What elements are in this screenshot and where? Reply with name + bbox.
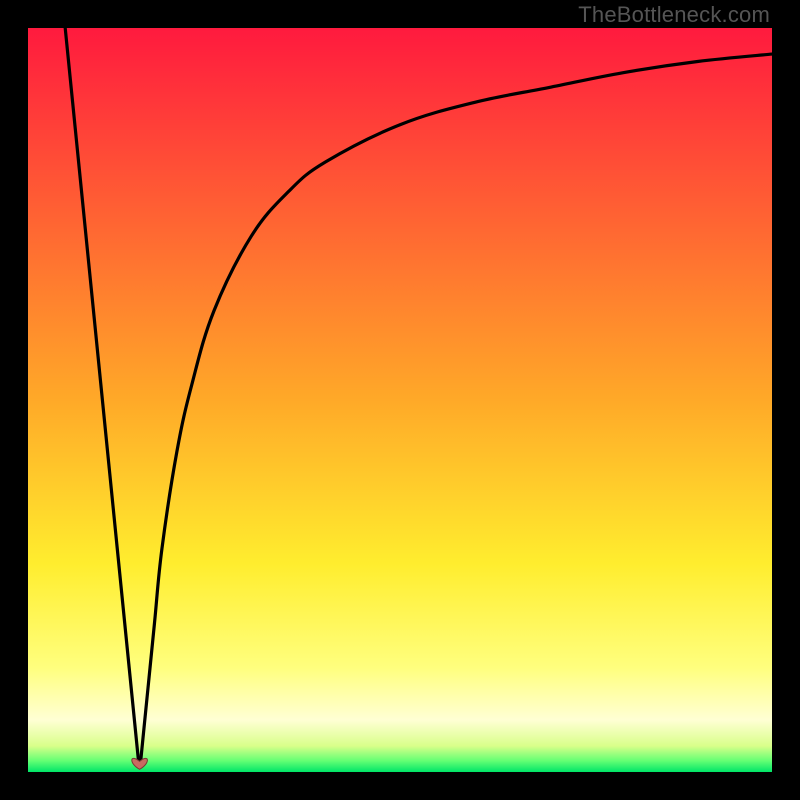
chart-frame [28,28,772,772]
bottleneck-chart [28,28,772,772]
watermark-label: TheBottleneck.com [578,2,770,28]
gradient-background [28,28,772,772]
